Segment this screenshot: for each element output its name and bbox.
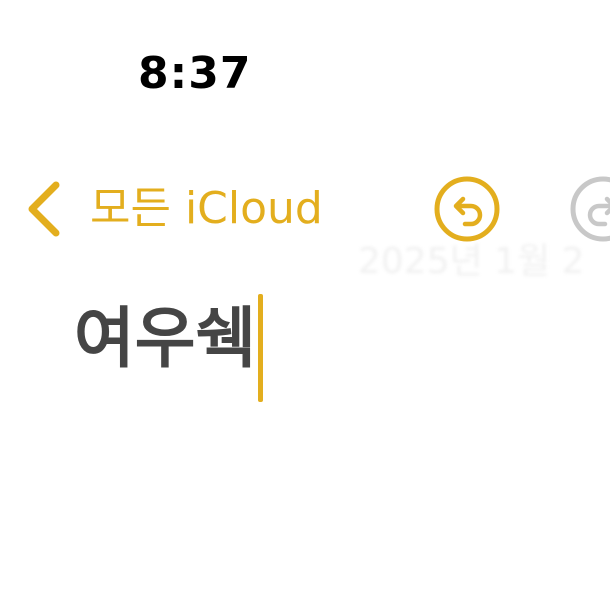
- chevron-left-icon: [28, 181, 60, 237]
- status-bar-time: 8:37: [138, 48, 252, 99]
- back-button[interactable]: 모든 iCloud: [22, 178, 323, 240]
- note-timestamp: 2025년 1월 2: [358, 241, 585, 282]
- note-title-text[interactable]: 여우쉑: [74, 306, 256, 372]
- back-button-label: 모든 iCloud: [90, 183, 323, 234]
- text-cursor: [258, 294, 264, 402]
- note-editor[interactable]: 여우쉑: [74, 294, 264, 402]
